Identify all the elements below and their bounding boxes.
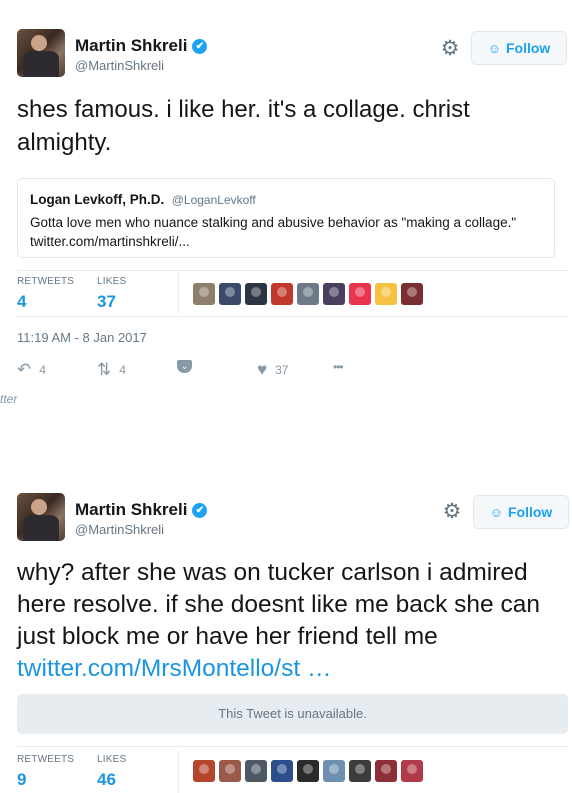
author-handle[interactable]: @MartinShkreli xyxy=(75,58,164,73)
reply-count: 4 xyxy=(39,363,46,377)
author-name[interactable]: Martin Shkreli xyxy=(75,500,187,520)
unavailable-tweet-notice: This Tweet is unavailable. xyxy=(17,694,568,734)
liker-avatar[interactable] xyxy=(297,760,319,782)
likes-label: LIKES xyxy=(97,754,127,765)
retweets-stat[interactable]: RETWEETS 9 xyxy=(17,754,74,790)
gear-icon[interactable]: ⚙ xyxy=(440,38,460,59)
follow-button[interactable]: ☺ Follow xyxy=(473,495,569,529)
likes-count: 46 xyxy=(97,770,116,789)
divider xyxy=(17,746,568,747)
liker-avatar[interactable] xyxy=(193,760,215,782)
avatar-body xyxy=(23,51,59,77)
retweets-stat[interactable]: RETWEETS 4 xyxy=(17,276,74,312)
liker-avatar[interactable] xyxy=(271,760,293,782)
pocket-icon: ⌄ xyxy=(177,360,192,373)
retweet-count: 4 xyxy=(119,363,126,377)
divider xyxy=(17,270,568,271)
follow-button-label: Follow xyxy=(505,40,551,56)
divider xyxy=(17,316,568,317)
tweet-text: shes famous. i like her. it's a collage.… xyxy=(17,96,470,156)
avatar[interactable] xyxy=(17,29,65,77)
follow-person-icon: ☺ xyxy=(487,40,501,56)
stats-divider xyxy=(178,272,179,314)
retweets-label: RETWEETS xyxy=(17,276,75,287)
retweets-label: RETWEETS xyxy=(17,754,75,765)
tweet-link[interactable]: twitter.com/MrsMontello/st … xyxy=(17,655,331,682)
like-count: 37 xyxy=(275,363,289,377)
liker-avatar[interactable] xyxy=(323,760,345,782)
liker-avatar[interactable] xyxy=(219,283,241,305)
tweet-card-2: Martin Shkreli ✔ @MartinShkreli ⚙ ☺ Foll… xyxy=(0,478,572,793)
follow-person-icon: ☺ xyxy=(489,504,503,520)
more-icon: ••• xyxy=(333,360,344,374)
follow-button[interactable]: ☺ Follow xyxy=(471,31,567,65)
more-action[interactable]: ••• xyxy=(333,360,351,374)
liker-avatar[interactable] xyxy=(401,283,423,305)
quoted-tweet[interactable]: Logan Levkoff, Ph.D. @LoganLevkoff Gotta… xyxy=(17,178,555,258)
likes-label: LIKES xyxy=(97,276,127,287)
verified-badge-icon: ✔ xyxy=(192,502,208,518)
liker-avatar[interactable] xyxy=(297,283,319,305)
reply-icon: ↶ xyxy=(17,360,32,379)
retweet-action[interactable]: ⇅ 4 xyxy=(97,360,126,380)
liker-avatar[interactable] xyxy=(245,760,267,782)
tweet-text: why? after she was on tucker carlson i a… xyxy=(17,557,557,685)
author-row[interactable]: Martin Shkreli ✔ xyxy=(75,36,208,56)
tweet-text-body: why? after she was on tucker carlson i a… xyxy=(17,559,540,650)
likes-stat[interactable]: LIKES 46 xyxy=(97,754,126,790)
reply-action[interactable]: ↶ 4 xyxy=(17,360,46,380)
liker-avatar[interactable] xyxy=(219,760,241,782)
liker-avatar[interactable] xyxy=(271,283,293,305)
liker-avatar[interactable] xyxy=(349,760,371,782)
liker-avatar[interactable] xyxy=(375,760,397,782)
gear-icon[interactable]: ⚙ xyxy=(442,501,462,522)
quoted-author-name: Logan Levkoff, Ph.D. xyxy=(30,192,165,207)
heart-icon: ♥ xyxy=(257,360,268,379)
quoted-tweet-text: Gotta love men who nuance stalking and a… xyxy=(30,215,517,249)
author-name[interactable]: Martin Shkreli xyxy=(75,36,187,56)
verified-badge-icon: ✔ xyxy=(192,38,208,54)
author-handle[interactable]: @MartinShkreli xyxy=(75,522,164,537)
avatar-face xyxy=(31,35,47,51)
retweet-icon: ⇅ xyxy=(97,360,112,379)
liker-avatar[interactable] xyxy=(193,283,215,305)
liker-avatar[interactable] xyxy=(245,283,267,305)
likes-stat[interactable]: LIKES 37 xyxy=(97,276,126,312)
avatar-face xyxy=(31,499,47,515)
stats-divider xyxy=(178,750,179,793)
likes-count: 37 xyxy=(97,292,116,311)
liker-avatars xyxy=(193,760,427,782)
follow-button-label: Follow xyxy=(507,504,553,520)
liker-avatar[interactable] xyxy=(401,760,423,782)
liker-avatars xyxy=(193,283,427,305)
like-action[interactable]: ♥ 37 xyxy=(257,360,288,380)
author-row[interactable]: Martin Shkreli ✔ xyxy=(75,500,208,520)
tweet-timestamp[interactable]: 11:19 AM - 8 Jan 2017 xyxy=(17,330,147,345)
liker-avatar[interactable] xyxy=(375,283,397,305)
liker-avatar[interactable] xyxy=(323,283,345,305)
pocket-action[interactable]: ⌄ xyxy=(177,360,192,373)
avatar-body xyxy=(23,515,59,541)
quoted-author: Logan Levkoff, Ph.D. @LoganLevkoff xyxy=(30,191,542,209)
quoted-author-handle: @LoganLevkoff xyxy=(171,193,256,207)
tweet-card-1: Martin Shkreli ✔ @MartinShkreli ⚙ ☺ Foll… xyxy=(0,0,572,410)
retweets-count: 4 xyxy=(17,292,27,311)
avatar[interactable] xyxy=(17,493,65,541)
embed-footer-text: tter xyxy=(0,392,18,406)
liker-avatar[interactable] xyxy=(349,283,371,305)
retweets-count: 9 xyxy=(17,770,27,789)
